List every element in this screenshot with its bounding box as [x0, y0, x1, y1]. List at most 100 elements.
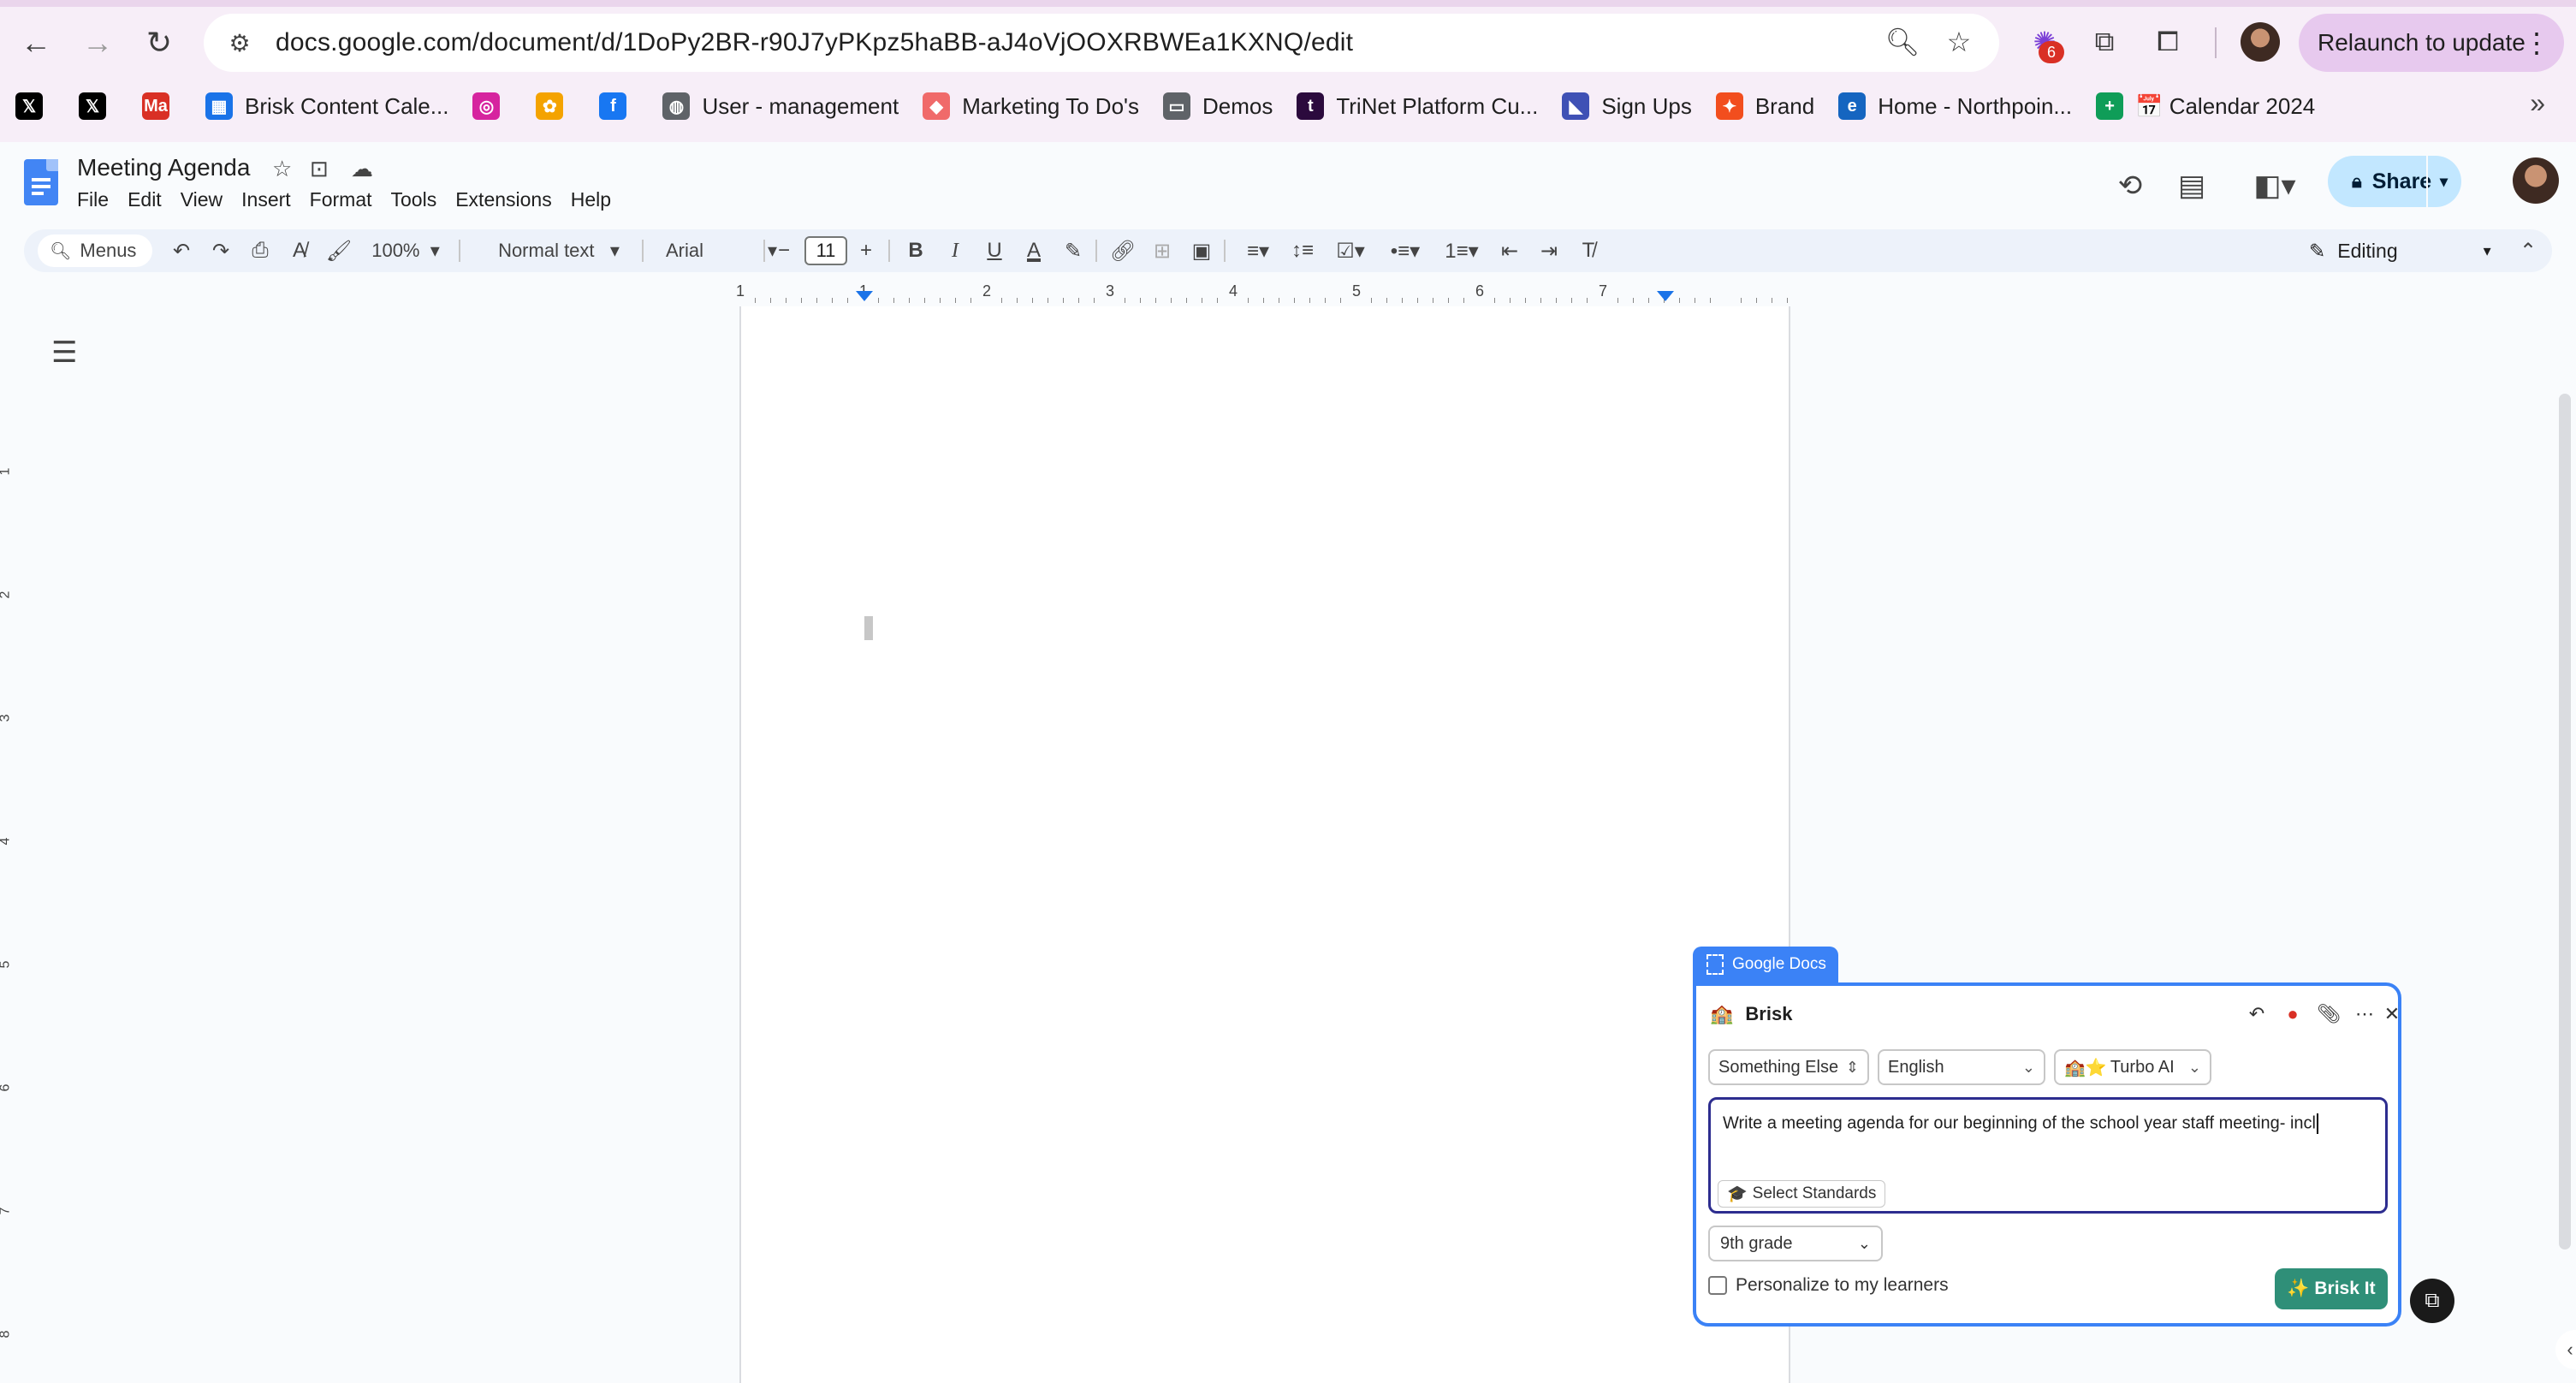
menu-insert[interactable]: Insert: [241, 188, 291, 211]
bookmark-item[interactable]: t TriNet Platform Cu...: [1297, 92, 1538, 120]
cloud-saved-icon[interactable]: ☁: [351, 156, 373, 182]
kebab-menu-icon[interactable]: ⋮: [2523, 27, 2550, 59]
right-indent-marker[interactable]: [1657, 291, 1674, 301]
bookmark-item[interactable]: ▦ Brisk Content Cale...: [205, 92, 448, 120]
clear-formatting-icon[interactable]: T̸: [1571, 229, 1606, 272]
back-icon[interactable]: ←: [14, 21, 58, 65]
type-select[interactable]: Something Else ⇕: [1708, 1049, 1869, 1085]
line-spacing-icon[interactable]: ↕≡: [1285, 229, 1320, 272]
bold-icon[interactable]: B: [899, 229, 933, 272]
more-icon[interactable]: ⋯: [2350, 1000, 2379, 1029]
menu-view[interactable]: View: [181, 188, 223, 211]
editing-mode-select[interactable]: ✎ Editing ▾: [2309, 229, 2491, 272]
vertical-ruler[interactable]: 1 2 3 4 5 6 7 8: [0, 310, 17, 1383]
side-panel-expand-icon[interactable]: ‹: [2555, 1330, 2576, 1369]
font-select[interactable]: Arial ▾: [657, 229, 786, 272]
bookmark-item[interactable]: 𝕏: [79, 92, 118, 120]
add-comment-icon[interactable]: ⊞: [1145, 229, 1179, 272]
bulleted-list-icon[interactable]: •≡▾: [1380, 229, 1431, 272]
undo-icon[interactable]: ↶: [2242, 1000, 2271, 1029]
relaunch-button[interactable]: Relaunch to update ⋮: [2299, 14, 2564, 72]
horizontal-ruler[interactable]: 11234567: [736, 282, 1789, 306]
bookmark-item[interactable]: ◎: [472, 92, 512, 120]
bookmark-item[interactable]: Ma: [142, 92, 181, 120]
profile-avatar[interactable]: [2241, 22, 2280, 62]
select-standards-button[interactable]: 🎓 Select Standards: [1718, 1180, 1886, 1208]
version-history-icon[interactable]: ⟲: [2109, 164, 2152, 207]
spellcheck-icon[interactable]: A̸: [282, 229, 317, 272]
prompt-input[interactable]: Write a meeting agenda for our beginning…: [1708, 1097, 2388, 1214]
meet-icon[interactable]: ◧▾: [2239, 164, 2311, 207]
model-select[interactable]: 🏫⭐ Turbo AI ⌄: [2054, 1049, 2211, 1085]
paragraph-style-select[interactable]: Normal text ▾: [476, 229, 642, 272]
url-text[interactable]: docs.google.com/document/d/1DoPy2BR-r90J…: [276, 28, 1353, 57]
close-icon[interactable]: ✕: [2377, 1000, 2407, 1029]
highlight-icon[interactable]: ✎: [1056, 229, 1090, 272]
forward-icon[interactable]: →: [75, 21, 120, 65]
bookmark-item[interactable]: ◍ User - management: [662, 92, 899, 120]
document-outline-icon[interactable]: ☰: [51, 335, 77, 370]
redo-icon[interactable]: ↷: [204, 229, 238, 272]
bookmark-item[interactable]: ✿: [536, 92, 575, 120]
bookmark-item[interactable]: + 📅 Calendar 2024: [2096, 92, 2315, 120]
decrease-font-size-icon[interactable]: −: [769, 229, 799, 272]
text-color-icon[interactable]: A: [1017, 229, 1051, 272]
reload-icon[interactable]: ↻: [137, 21, 181, 65]
menu-tools[interactable]: Tools: [391, 188, 437, 211]
left-indent-marker[interactable]: [856, 291, 873, 301]
menu-format[interactable]: Format: [310, 188, 372, 211]
brisk-extension-icon[interactable]: ⧉: [2081, 19, 2128, 65]
underline-icon[interactable]: U: [977, 229, 1012, 272]
paint-format-icon[interactable]: 🖌︎: [322, 229, 356, 272]
address-bar[interactable]: ⚙ docs.google.com/document/d/1DoPy2BR-r9…: [204, 14, 1999, 72]
bookmark-item[interactable]: ▭ Demos: [1163, 92, 1273, 120]
decrease-indent-icon[interactable]: ⇤: [1493, 229, 1527, 272]
increase-indent-icon[interactable]: ⇥: [1532, 229, 1566, 272]
menu-help[interactable]: Help: [571, 188, 611, 211]
numbered-list-icon[interactable]: 1≡▾: [1434, 229, 1489, 272]
menu-edit[interactable]: Edit: [128, 188, 162, 211]
bookmark-item[interactable]: f: [599, 92, 638, 120]
bookmark-star-icon[interactable]: ☆: [1936, 19, 1982, 65]
insert-image-icon[interactable]: ▣: [1184, 229, 1219, 272]
account-avatar[interactable]: [2513, 157, 2559, 204]
align-icon[interactable]: ≡▾: [1234, 229, 1282, 272]
puzzle-extensions-icon[interactable]: ⧠: [2145, 19, 2191, 65]
menu-file[interactable]: File: [77, 188, 109, 211]
share-dropdown-icon[interactable]: ▾: [2425, 156, 2448, 207]
bookmark-item[interactable]: ✦ Brand: [1715, 92, 1814, 120]
bookmark-item[interactable]: 𝕏: [15, 92, 55, 120]
personalize-option[interactable]: Personalize to my learners: [1708, 1275, 1949, 1296]
bookmarks-overflow-icon[interactable]: »: [2530, 87, 2545, 119]
record-icon[interactable]: ●: [2278, 1000, 2307, 1029]
checklist-icon[interactable]: ☑▾: [1325, 229, 1376, 272]
italic-icon[interactable]: I: [938, 229, 972, 272]
attach-icon[interactable]: 📎︎: [2314, 1000, 2343, 1029]
site-settings-icon[interactable]: ⚙: [223, 29, 257, 57]
bookmark-item[interactable]: ◣ Sign Ups: [1562, 92, 1692, 120]
move-folder-icon[interactable]: ⊡: [310, 156, 329, 182]
zoom-icon[interactable]: 🔍︎: [1879, 19, 1926, 65]
undo-icon[interactable]: ↶: [164, 229, 199, 272]
brisk-it-button[interactable]: ✨ Brisk It: [2275, 1268, 2388, 1309]
link-icon[interactable]: 🔗︎: [1106, 229, 1140, 272]
docs-logo-icon[interactable]: [24, 159, 58, 205]
font-size-input[interactable]: 11: [804, 236, 847, 265]
increase-font-size-icon[interactable]: +: [851, 229, 881, 272]
bookmark-item[interactable]: ◆ Marketing To Do's: [923, 92, 1139, 120]
menus-search[interactable]: 🔍︎ Menus: [38, 234, 152, 267]
brisk-floating-icon[interactable]: ⧉: [2410, 1279, 2454, 1323]
document-title[interactable]: Meeting Agenda: [77, 154, 250, 181]
print-icon[interactable]: ⎙: [243, 229, 277, 272]
zoom-select[interactable]: 100% ▾: [363, 229, 448, 272]
collapse-toolbar-icon[interactable]: ⌃: [2511, 229, 2545, 272]
prompt-text[interactable]: Write a meeting agenda for our beginning…: [1723, 1113, 2318, 1134]
document-page[interactable]: [739, 306, 1790, 1383]
scrollbar[interactable]: [2559, 394, 2571, 1249]
grade-select[interactable]: 9th grade ⌄: [1708, 1226, 1883, 1261]
menu-extensions[interactable]: Extensions: [455, 188, 552, 211]
comments-icon[interactable]: ▤: [2170, 164, 2213, 207]
personalize-checkbox[interactable]: [1708, 1276, 1727, 1295]
bookmark-item[interactable]: e Home - Northpoin...: [1838, 92, 2072, 120]
star-icon[interactable]: ☆: [272, 156, 292, 182]
